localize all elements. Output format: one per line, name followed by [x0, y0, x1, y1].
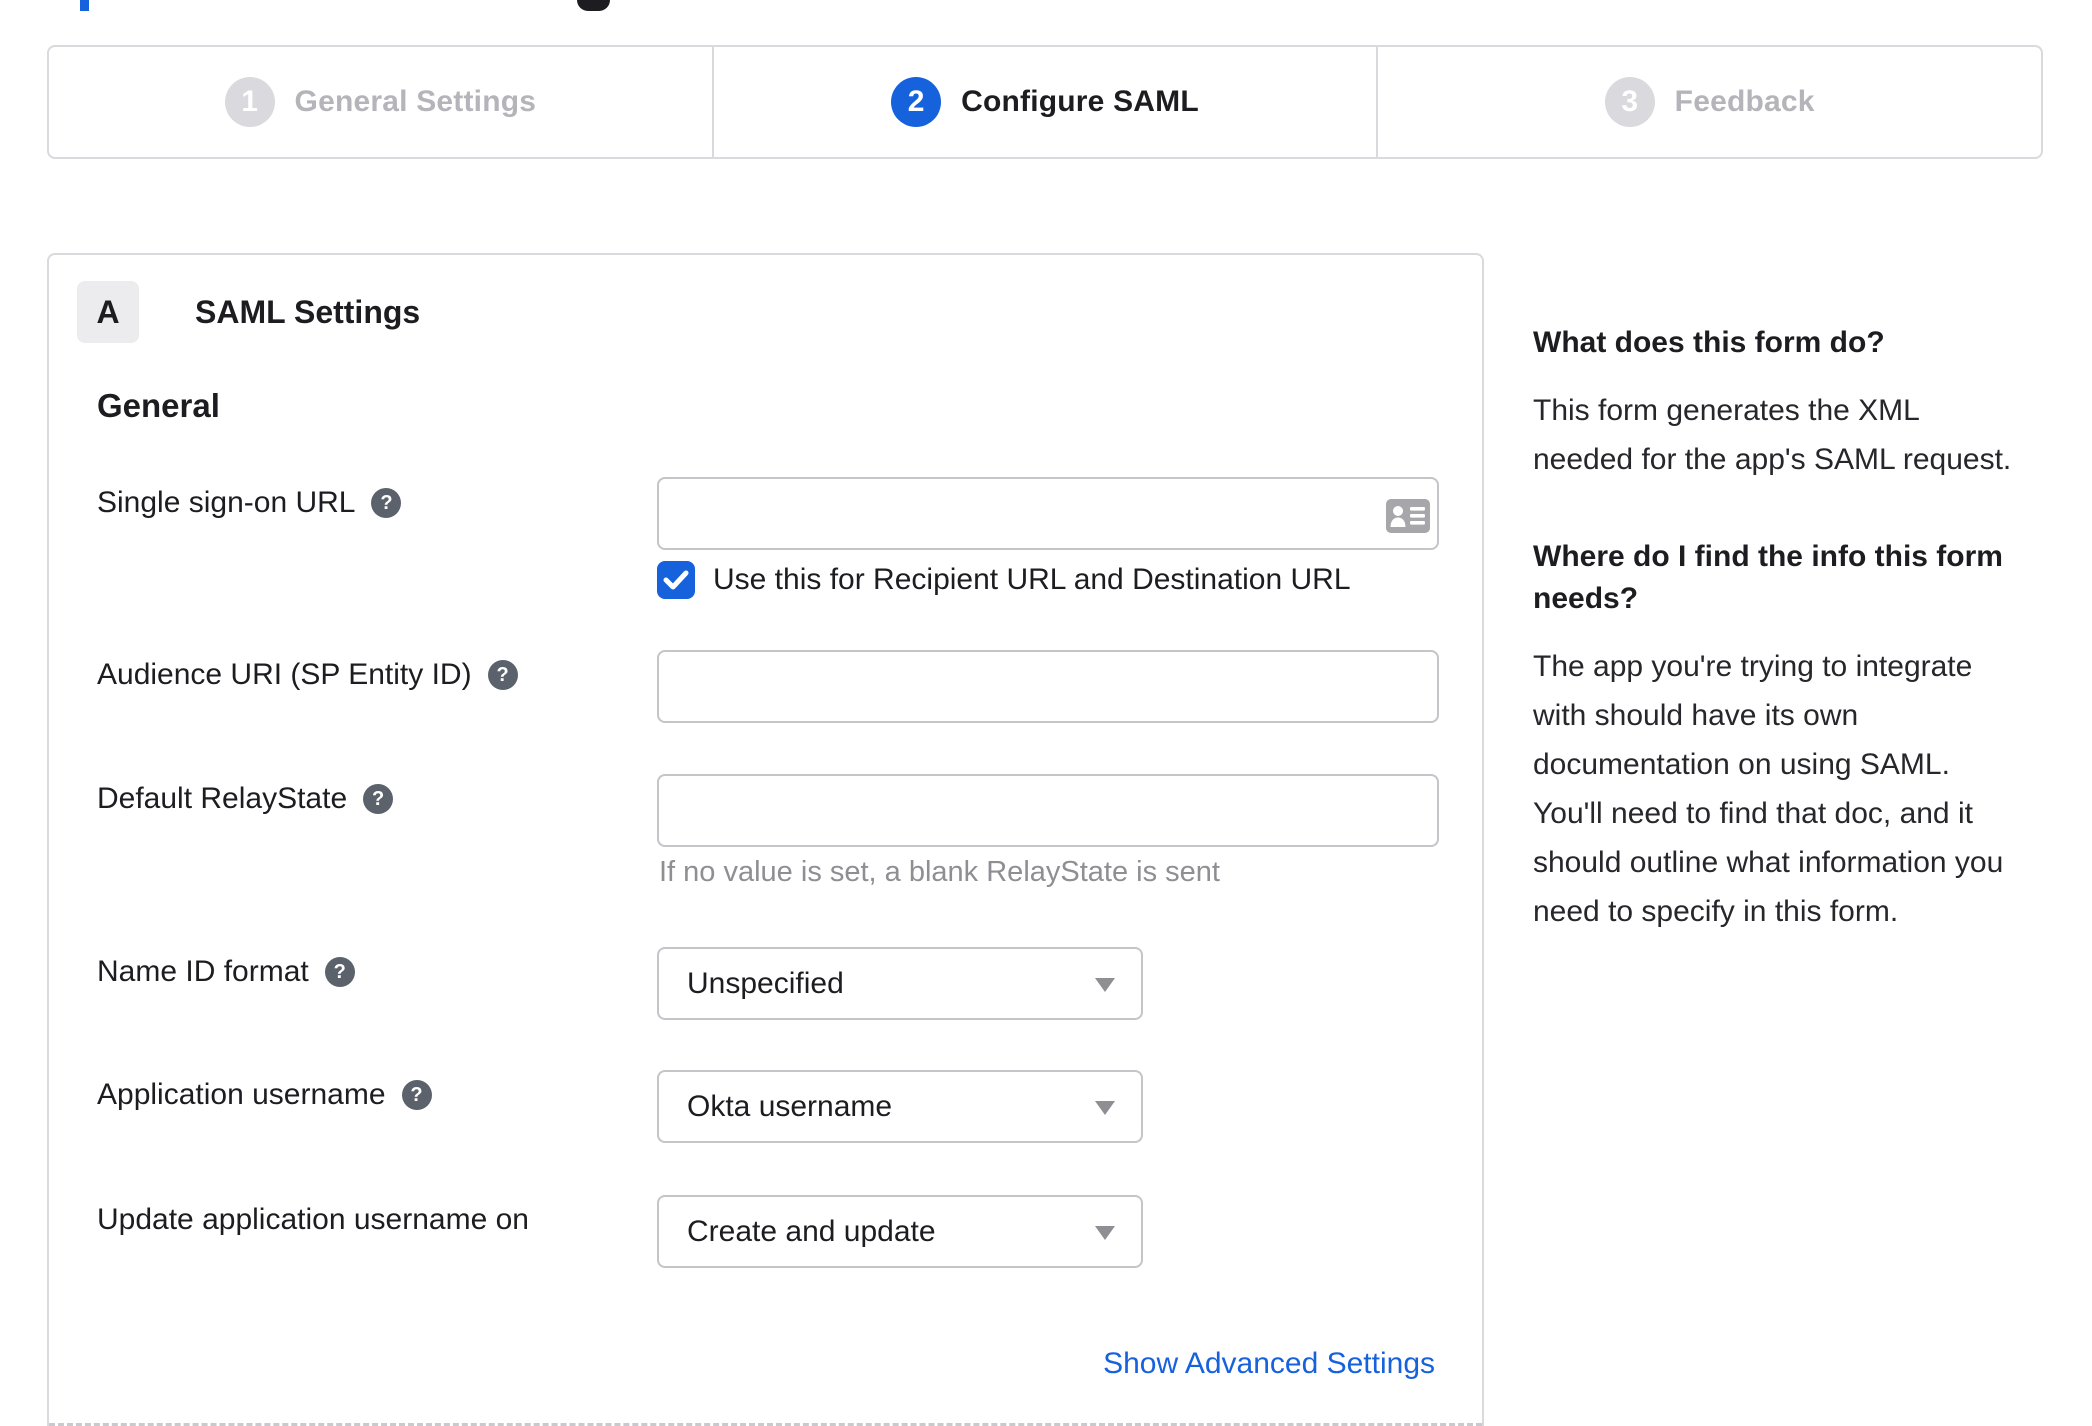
- step-general-settings[interactable]: 1 General Settings: [49, 47, 712, 157]
- step-configure-saml[interactable]: 2 Configure SAML: [711, 47, 1377, 157]
- configure-saml-page: 1 General Settings 2 Configure SAML 3 Fe…: [0, 0, 2092, 1426]
- update-username-select[interactable]: Create and update: [657, 1195, 1143, 1268]
- audience-uri-label-row: Audience URI (SP Entity ID) ?: [97, 655, 518, 695]
- checkmark-icon: [663, 570, 689, 590]
- help-question-1: What does this form do?: [1533, 326, 1885, 359]
- sso-url-label: Single sign-on URL: [97, 486, 356, 519]
- app-username-select[interactable]: Okta username: [657, 1070, 1143, 1143]
- help-sidebar: What does this form do? This form genera…: [1533, 322, 2019, 936]
- relay-state-hint: If no value is set, a blank RelayState i…: [659, 856, 1220, 888]
- name-id-format-select[interactable]: Unspecified: [657, 947, 1143, 1020]
- chevron-down-icon: [1095, 1100, 1115, 1115]
- chevron-down-icon: [1095, 977, 1115, 992]
- cutoff-logo-fragment: [577, 0, 610, 11]
- wizard-stepper: 1 General Settings 2 Configure SAML 3 Fe…: [47, 45, 2043, 159]
- update-username-label: Update application username on: [97, 1203, 529, 1236]
- step-3-label: Feedback: [1674, 85, 1815, 118]
- cutoff-blue-fragment: [80, 0, 89, 11]
- section-a-badge: A: [77, 281, 139, 343]
- step-2-number-badge: 2: [891, 77, 942, 127]
- help-block-what: What does this form do? This form genera…: [1533, 322, 2019, 484]
- help-answer-1: This form generates the XML needed for t…: [1533, 394, 2012, 476]
- audience-uri-help-icon[interactable]: ?: [487, 660, 518, 690]
- sso-url-help-icon[interactable]: ?: [371, 488, 402, 518]
- step-3-number-badge: 3: [1604, 77, 1655, 127]
- app-username-label-row: Application username ?: [97, 1075, 432, 1115]
- relay-state-help-icon[interactable]: ?: [363, 784, 394, 814]
- step-feedback[interactable]: 3 Feedback: [1376, 47, 2041, 157]
- app-username-help-icon[interactable]: ?: [401, 1080, 432, 1110]
- general-group-heading: General: [97, 387, 220, 424]
- show-advanced-settings-link[interactable]: Show Advanced Settings: [1103, 1347, 1435, 1381]
- step-1-number-badge: 1: [224, 77, 275, 127]
- name-id-format-label-row: Name ID format ?: [97, 952, 355, 992]
- name-id-format-help-icon[interactable]: ?: [324, 957, 355, 987]
- app-username-value: Okta username: [687, 1089, 893, 1123]
- relay-state-label: Default RelayState: [97, 782, 348, 815]
- recipient-url-checkbox-row: Use this for Recipient URL and Destinati…: [657, 561, 1351, 599]
- relay-state-input[interactable]: [657, 774, 1439, 847]
- audience-uri-label: Audience URI (SP Entity ID): [97, 658, 472, 691]
- step-2-label: Configure SAML: [961, 85, 1199, 118]
- update-username-label-row: Update application username on: [97, 1200, 529, 1240]
- relay-state-label-row: Default RelayState ?: [97, 779, 394, 819]
- sso-url-label-row: Single sign-on URL ?: [97, 483, 402, 523]
- step-1-label: General Settings: [294, 85, 537, 118]
- sso-url-input[interactable]: [657, 477, 1439, 550]
- update-username-value: Create and update: [687, 1214, 936, 1248]
- recipient-url-checkbox[interactable]: [657, 561, 695, 599]
- help-block-where: Where do I find the info this form needs…: [1533, 536, 2019, 936]
- section-title: SAML Settings: [195, 293, 421, 330]
- name-id-format-value: Unspecified: [687, 966, 844, 1000]
- app-username-label: Application username: [97, 1078, 386, 1111]
- chevron-down-icon: [1095, 1225, 1115, 1240]
- recipient-url-checkbox-label: Use this for Recipient URL and Destinati…: [713, 563, 1351, 596]
- name-id-format-label: Name ID format: [97, 955, 309, 988]
- help-question-2: Where do I find the info this form needs…: [1533, 540, 2003, 615]
- help-answer-2: The app you're trying to integrate with …: [1533, 650, 2004, 928]
- saml-settings-card: A SAML Settings General Single sign-on U…: [47, 253, 1484, 1426]
- section-header: A SAML Settings: [77, 281, 420, 343]
- audience-uri-input[interactable]: [657, 650, 1439, 723]
